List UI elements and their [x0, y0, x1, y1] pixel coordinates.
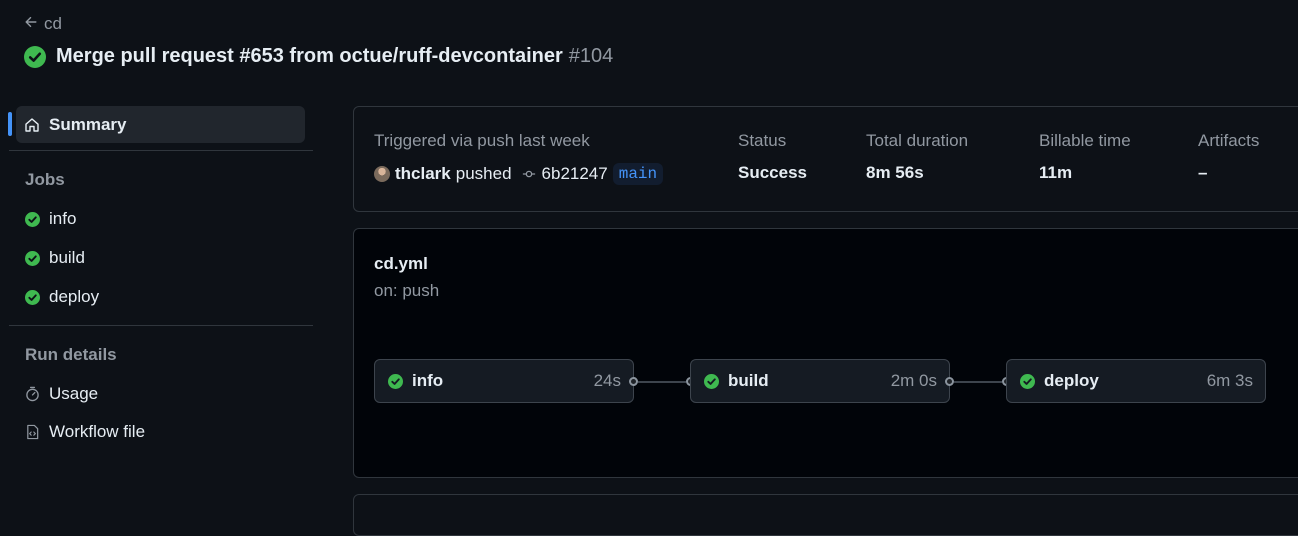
divider [9, 325, 313, 326]
trigger-details: thclark pushed 6b21247 main [374, 163, 664, 185]
arrow-left-icon [24, 14, 38, 34]
commit-sha-link[interactable]: 6b21247 [542, 164, 608, 184]
sidebar-item-usage[interactable]: Usage [25, 384, 98, 404]
success-check-icon [704, 373, 719, 389]
sidebar-item-summary[interactable]: Summary [16, 106, 305, 143]
page-title: Merge pull request #653 from octue/ruff-… [56, 45, 563, 67]
commit-icon [522, 167, 536, 181]
job-name: deploy [1044, 371, 1099, 390]
duration-label: Total duration [866, 131, 969, 150]
artifacts-value: – [1198, 163, 1208, 182]
success-check-icon [1020, 373, 1035, 389]
run-summary-panel: Triggered via push last week thclark pus… [353, 106, 1298, 212]
trigger-action: pushed [455, 164, 512, 183]
active-indicator [8, 112, 12, 136]
sidebar-item-label: Workflow file [49, 422, 146, 441]
trigger-label: Triggered via push last week [374, 131, 590, 150]
divider [9, 150, 313, 151]
file-code-icon [25, 424, 40, 440]
job-card-info[interactable]: info 24s [374, 359, 634, 403]
success-check-icon [25, 289, 40, 305]
sidebar-item-job-deploy[interactable]: deploy [25, 287, 99, 307]
job-connector [954, 381, 1002, 383]
job-duration: 2m 0s [890, 371, 937, 390]
avatar[interactable] [374, 166, 390, 182]
success-check-icon [24, 45, 46, 68]
home-icon [24, 117, 40, 133]
sidebar-item-label: info [49, 209, 77, 228]
stopwatch-icon [25, 386, 40, 402]
billable-label: Billable time [1039, 131, 1131, 150]
back-link-label: cd [44, 14, 62, 33]
artifacts-label: Artifacts [1198, 131, 1260, 150]
billable-value: 11m [1039, 163, 1073, 182]
job-name: build [728, 371, 769, 390]
actor-link[interactable]: thclark [395, 164, 451, 184]
sidebar-item-job-build[interactable]: build [25, 248, 85, 268]
duration-value: 8m 56s [866, 163, 924, 182]
job-card-build[interactable]: build 2m 0s [690, 359, 950, 403]
connector-dot [945, 377, 954, 386]
workflow-file-name[interactable]: cd.yml [374, 254, 428, 274]
sidebar-item-label: build [49, 248, 85, 267]
jobs-heading: Jobs [25, 170, 65, 189]
sidebar-item-label: Usage [49, 384, 99, 403]
sidebar-item-label: deploy [49, 287, 100, 306]
sidebar-item-workflow-file[interactable]: Workflow file [25, 422, 145, 442]
workflow-graph-panel: cd.yml on: push info 24s build 2m 0s dep… [353, 228, 1298, 478]
back-link[interactable]: cd [24, 14, 62, 34]
success-check-icon [388, 373, 403, 389]
job-connector [638, 381, 686, 383]
run-details-heading: Run details [25, 345, 117, 364]
workflow-trigger: on: push [374, 281, 440, 300]
sidebar-item-label: Summary [49, 114, 127, 134]
status-label: Status [738, 131, 787, 150]
job-card-deploy[interactable]: deploy 6m 3s [1006, 359, 1266, 403]
branch-badge[interactable]: main [612, 163, 664, 185]
success-check-icon [25, 250, 40, 266]
job-duration: 6m 3s [1206, 371, 1253, 390]
connector-dot [629, 377, 638, 386]
next-panel [353, 494, 1298, 536]
job-duration: 24s [593, 371, 621, 390]
job-name: info [412, 371, 444, 390]
run-number: #104 [568, 45, 614, 67]
status-value: Success [738, 163, 807, 182]
sidebar-item-job-info[interactable]: info [25, 209, 76, 229]
success-check-icon [25, 211, 40, 227]
run-title: Merge pull request #653 from octue/ruff-… [24, 45, 613, 68]
